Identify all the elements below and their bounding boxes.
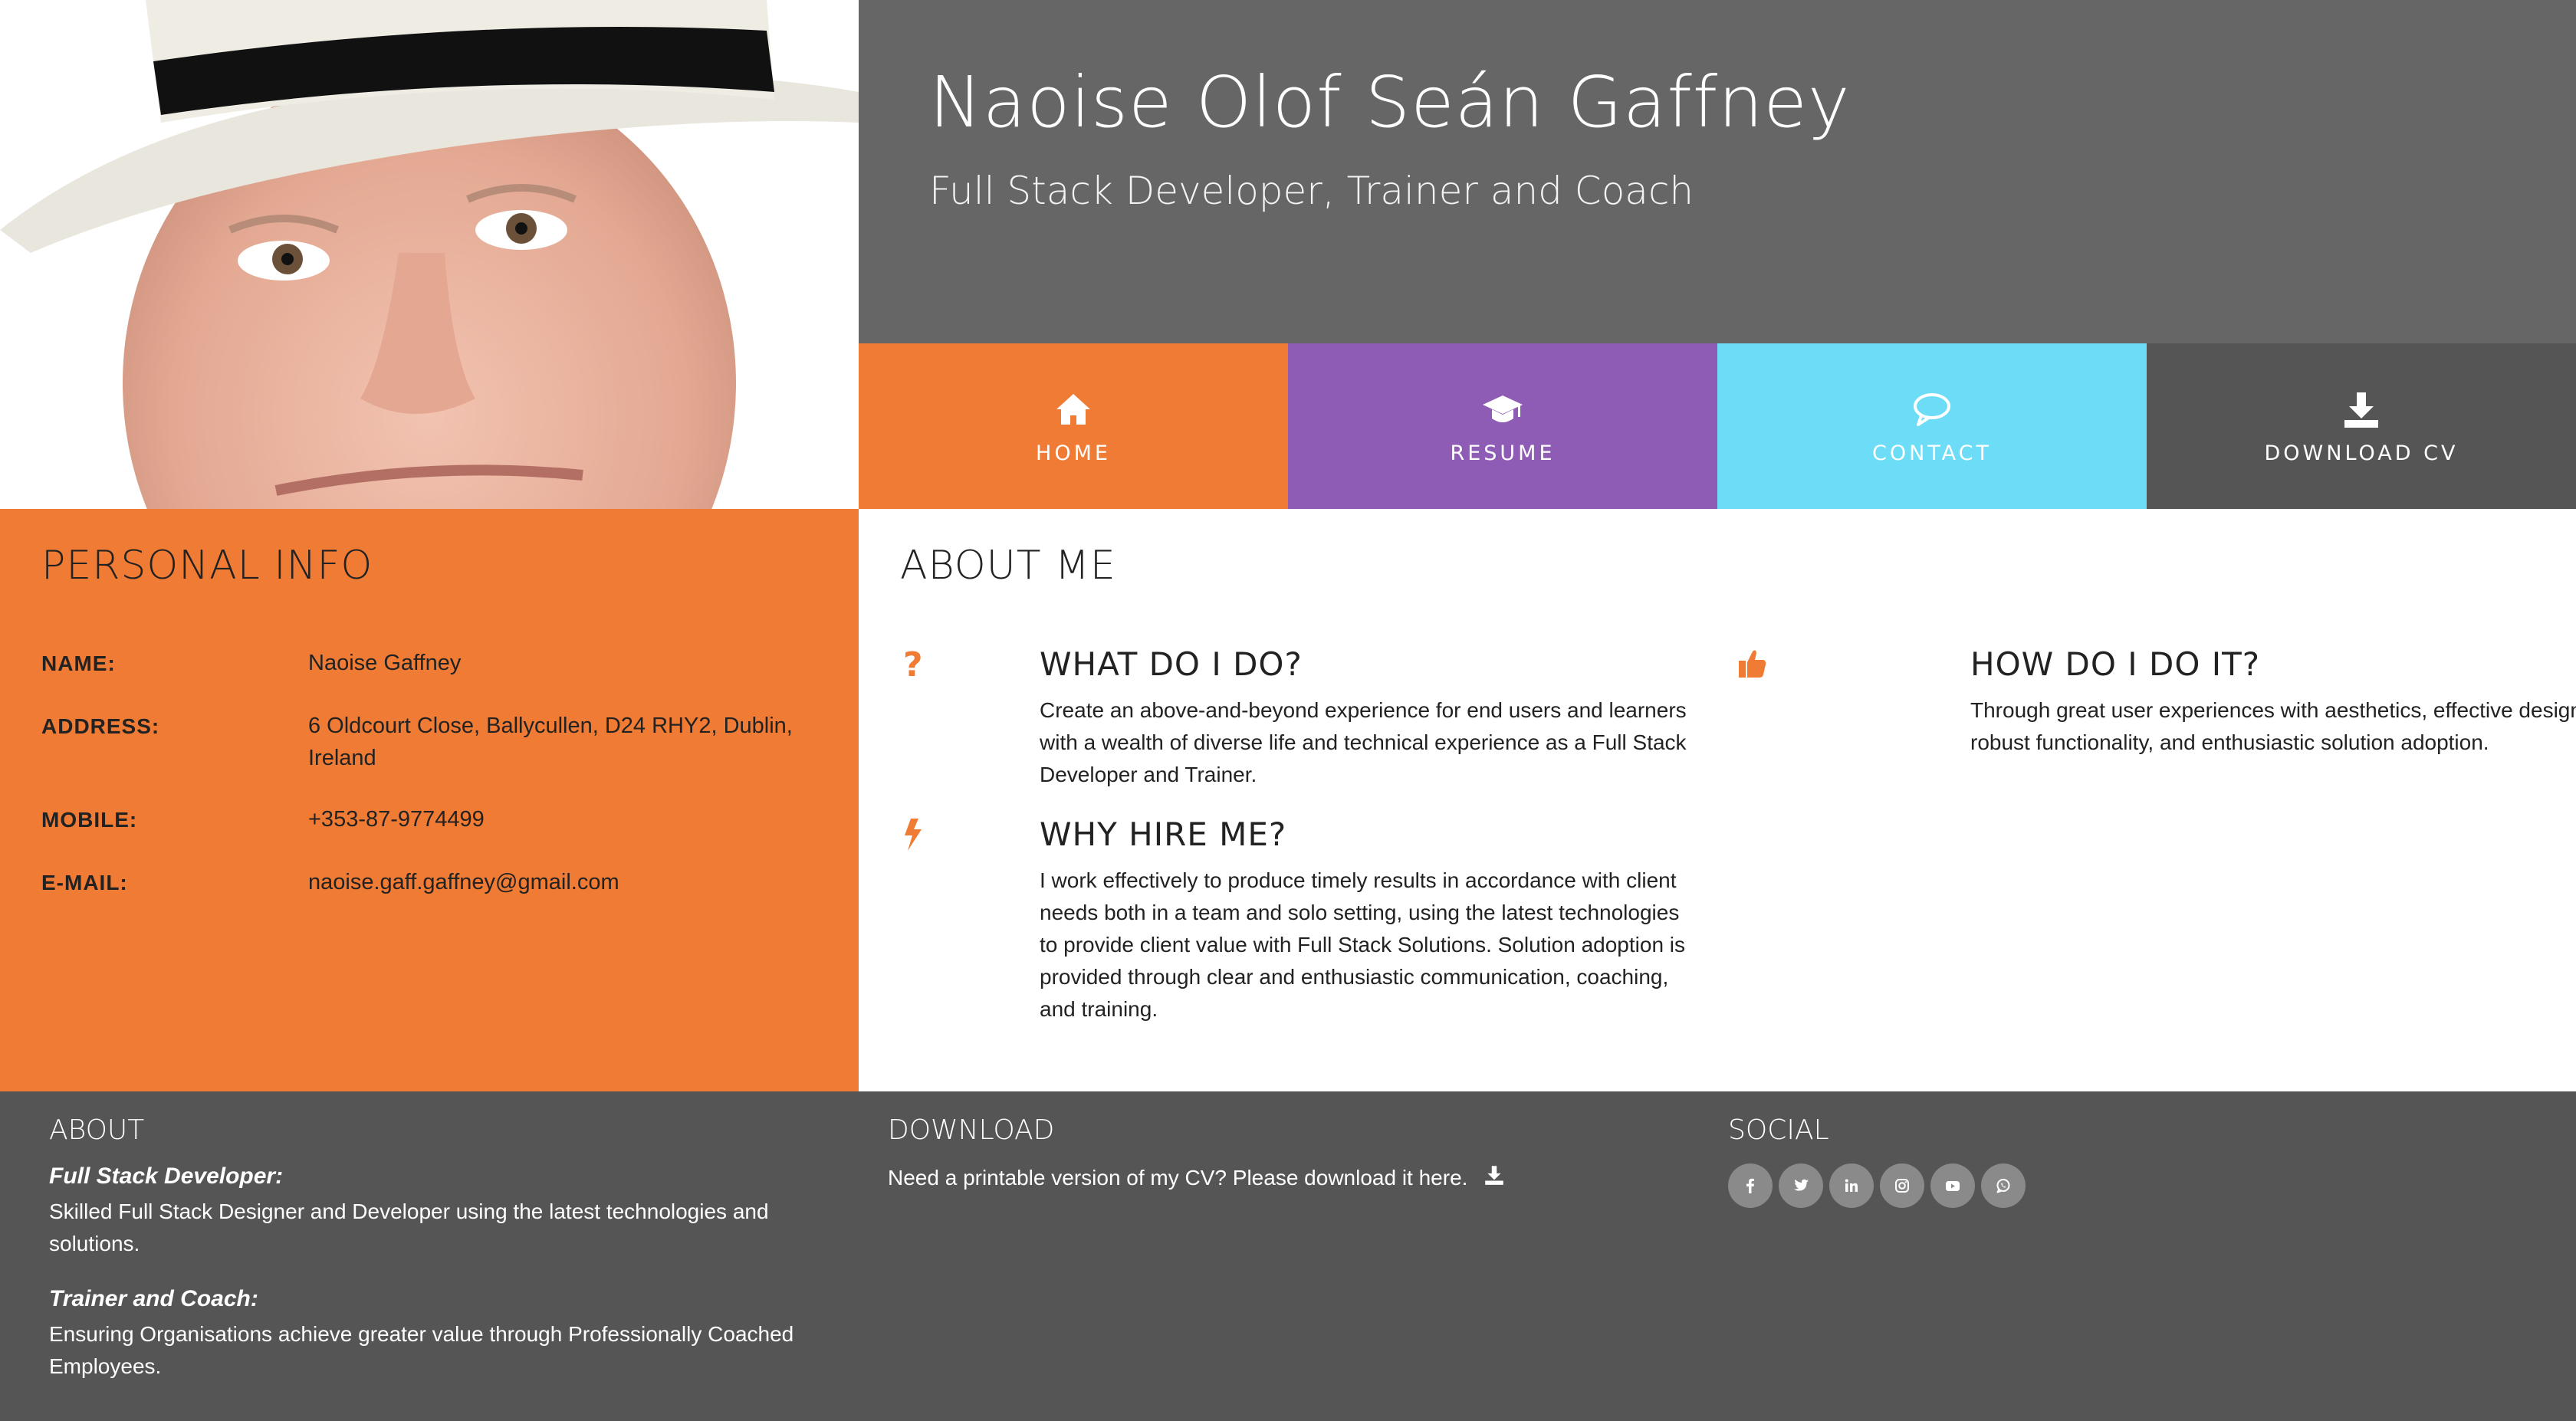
about-what-heading: WHAT DO I DO? <box>1040 645 1303 683</box>
footer-role-2: Trainer and Coach: <box>49 1286 258 1311</box>
footer-role-2-text: Ensuring Organisations achieve greater v… <box>49 1322 794 1378</box>
info-key: E-MAIL: <box>41 871 128 894</box>
about-what-text: Create an above-and-beyond experience fo… <box>1040 698 1687 786</box>
social-links <box>1728 1163 2026 1208</box>
header-banner: Naoise Olof Seán Gaffney Full Stack Deve… <box>859 0 2576 343</box>
footer-download-text: Need a printable version of my CV? Pleas… <box>888 1166 1468 1190</box>
footer-download-link[interactable]: Need a printable version of my CV? Pleas… <box>888 1162 1506 1194</box>
twitter-icon <box>1794 1179 1809 1191</box>
nav-resume[interactable]: RESUME <box>1288 343 1717 509</box>
whatsapp-icon <box>1996 1179 2010 1193</box>
linkedin-button[interactable] <box>1829 1163 1874 1208</box>
footer-download-title: DOWNLOAD <box>888 1114 1055 1146</box>
facebook-icon <box>1746 1178 1754 1193</box>
about-what-block: ? WHAT DO I DO? Create an above-and-beyo… <box>900 645 1705 799</box>
question-icon: ? <box>903 645 923 682</box>
personal-info-title: PERSONAL INFO <box>41 543 373 589</box>
download-icon <box>1485 1166 1504 1185</box>
about-how-heading: HOW DO I DO IT? <box>1970 645 2261 683</box>
info-value: 6 Oldcourt Close, Ballycullen, D24 RHY2,… <box>308 714 793 770</box>
info-value: +353-87-9774499 <box>308 807 485 832</box>
footer: ABOUT Full Stack Developer: Skilled Full… <box>0 1091 2576 1421</box>
svg-text:?: ? <box>903 645 923 682</box>
main-nav: HOME RESUME CONTACT DOWNLOAD CV <box>859 343 2576 509</box>
footer-about-title: ABOUT <box>49 1114 145 1146</box>
about-why-block: WHY HIRE ME? I work effectively to produ… <box>900 816 1705 1045</box>
page-subtitle: Full Stack Developer, Trainer and Coach <box>929 169 1694 213</box>
nav-contact[interactable]: CONTACT <box>1717 343 2147 509</box>
nav-resume-label: RESUME <box>1450 441 1556 465</box>
info-value: Naoise Gaffney <box>308 651 462 675</box>
youtube-button[interactable] <box>1930 1163 1975 1208</box>
about-why-text: I work effectively to produce timely res… <box>1040 868 1686 1021</box>
thumbs-up-icon <box>1739 650 1766 678</box>
nav-home[interactable]: HOME <box>859 343 1288 509</box>
home-icon <box>1056 393 1090 425</box>
footer-role-1-text: Skilled Full Stack Designer and Develope… <box>49 1199 769 1255</box>
nav-home-label: HOME <box>1036 441 1111 465</box>
footer-social: SOCIAL <box>1728 1091 2265 1421</box>
nav-contact-label: CONTACT <box>1871 441 1993 465</box>
linkedin-icon <box>1845 1179 1858 1192</box>
profile-photo <box>0 0 859 509</box>
footer-about: ABOUT Full Stack Developer: Skilled Full… <box>49 1091 816 1421</box>
nav-download-cv[interactable]: DOWNLOAD CV <box>2147 343 2576 509</box>
whatsapp-button[interactable] <box>1981 1163 2026 1208</box>
personal-info-panel: PERSONAL INFO NAME: Naoise Gaffney ADDRE… <box>0 509 859 1091</box>
footer-download: DOWNLOAD Need a printable version of my … <box>888 1091 1578 1421</box>
about-me-panel: ABOUT ME ? WHAT DO I DO? Create an above… <box>859 509 2576 1091</box>
info-key: ADDRESS: <box>41 714 160 738</box>
footer-social-title: SOCIAL <box>1728 1114 1829 1146</box>
about-how-text: Through great user experiences with aest… <box>1970 698 2576 754</box>
chat-bubble-icon <box>1914 392 1950 426</box>
info-value: naoise.gaff.gaffney@gmail.com <box>308 870 619 894</box>
graduation-cap-icon <box>1483 395 1523 422</box>
youtube-icon <box>1946 1181 1960 1191</box>
about-why-heading: WHY HIRE ME? <box>1040 816 1287 853</box>
download-icon <box>2344 392 2378 428</box>
nav-download-cv-label: DOWNLOAD CV <box>2264 441 2459 465</box>
info-key: NAME: <box>41 651 116 675</box>
instagram-icon <box>1895 1179 1909 1193</box>
footer-role-1: Full Stack Developer: <box>49 1163 284 1189</box>
info-key: MOBILE: <box>41 808 138 832</box>
twitter-button[interactable] <box>1779 1163 1823 1208</box>
instagram-button[interactable] <box>1880 1163 1924 1208</box>
about-me-title: ABOUT ME <box>900 543 1116 589</box>
about-how-block: HOW DO I DO IT? Through great user exper… <box>1737 645 2576 799</box>
lightning-icon <box>905 819 922 851</box>
facebook-button[interactable] <box>1728 1163 1773 1208</box>
page-title: Naoise Olof Seán Gaffney <box>929 61 1851 143</box>
